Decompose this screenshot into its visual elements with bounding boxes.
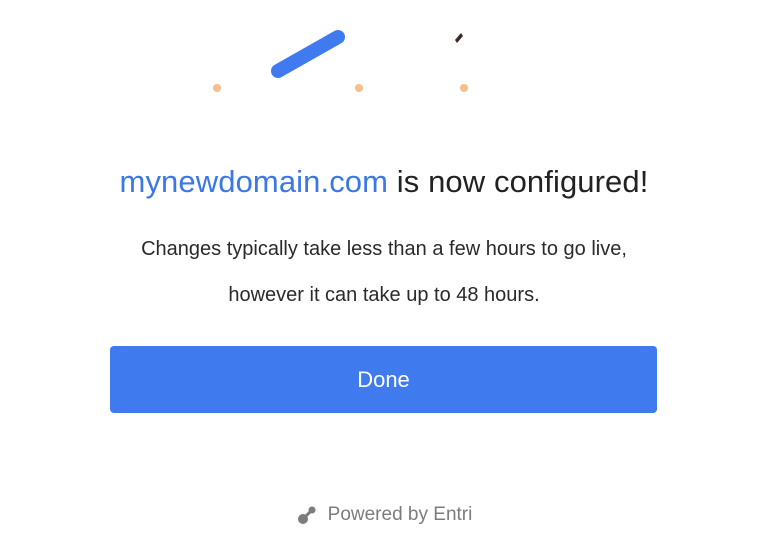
confetti-dot [213,84,221,92]
entri-logo-icon [297,506,316,524]
domain-name: mynewdomain.com [119,164,389,199]
confetti-decoration [213,30,468,92]
title-suffix: is now configured! [388,164,649,199]
powered-by-footer[interactable]: Powered by Entri [0,504,768,526]
confetti-dot [460,84,468,92]
confetti-dot [355,84,363,92]
page-title: mynewdomain.com is now configured! [0,160,768,204]
confetti-piece [455,33,463,43]
status-message: Changes typically take less than a few h… [141,238,627,306]
confetti-streamer [271,30,345,78]
done-button[interactable]: Done [110,346,657,413]
powered-by-label: Powered by Entri [327,504,473,525]
